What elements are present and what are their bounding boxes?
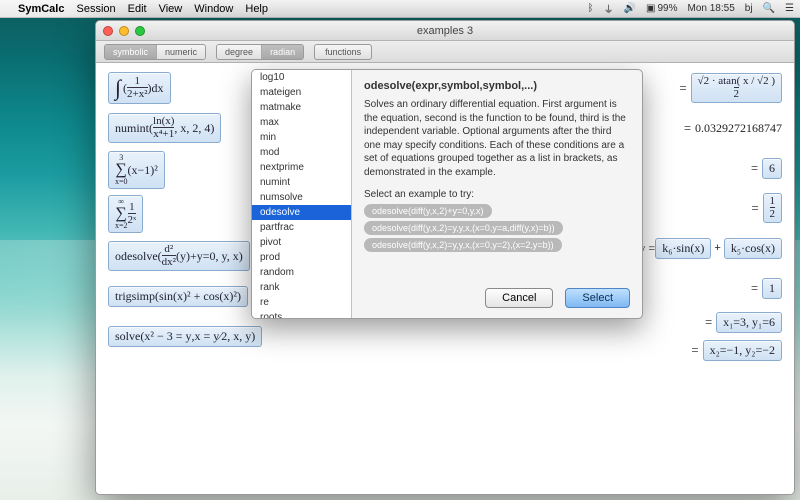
function-item-nextprime[interactable]: nextprime bbox=[252, 160, 351, 175]
result-sum-finite[interactable]: 6 bbox=[762, 158, 782, 179]
menubar: SymCalc Session Edit View Window Help ᛒ … bbox=[0, 0, 800, 18]
user-menu[interactable]: bj bbox=[745, 3, 753, 14]
spotlight-icon[interactable]: 🔍 bbox=[763, 3, 775, 14]
bluetooth-icon[interactable]: ᛒ bbox=[588, 3, 594, 14]
window-title: examples 3 bbox=[96, 25, 794, 37]
result-integral[interactable]: √2 · atan( x / √2 )2 bbox=[691, 73, 782, 103]
menu-session[interactable]: Session bbox=[76, 3, 115, 15]
menu-view[interactable]: View bbox=[159, 3, 183, 15]
function-item-odesolve[interactable]: odesolve bbox=[252, 205, 351, 220]
zoom-icon[interactable] bbox=[135, 26, 145, 36]
menu-edit[interactable]: Edit bbox=[128, 3, 147, 15]
examples-label: Select an example to try: bbox=[364, 189, 630, 200]
result-sum-infinite[interactable]: 12 bbox=[763, 193, 783, 223]
clock[interactable]: Mon 18:55 bbox=[688, 3, 735, 14]
functions-popover: log10mateigenmatmakemaxminmodnextprimenu… bbox=[251, 69, 643, 319]
cancel-button[interactable]: Cancel bbox=[485, 288, 553, 308]
expr-sum-finite[interactable]: 3∑x=0 (x−1)² bbox=[108, 151, 165, 189]
example-3[interactable]: odesolve(diff(y,x,2)=y,y,x,(x=0,y=2),(x=… bbox=[364, 238, 562, 252]
function-item-random[interactable]: random bbox=[252, 265, 351, 280]
result-trigsimp[interactable]: 1 bbox=[762, 278, 782, 299]
workspace: ∫ (12+x²) dx numint( ln(x)x⁴+1 , x, 2, 4… bbox=[96, 63, 794, 494]
function-item-roots[interactable]: roots bbox=[252, 310, 351, 318]
minimize-icon[interactable] bbox=[119, 26, 129, 36]
function-signature: odesolve(expr,symbol,symbol,...) bbox=[364, 80, 630, 92]
function-item-matmake[interactable]: matmake bbox=[252, 100, 351, 115]
angle-degree[interactable]: degree bbox=[217, 45, 261, 59]
expr-integral[interactable]: ∫ (12+x²) dx bbox=[108, 72, 171, 104]
function-doc: odesolve(expr,symbol,symbol,...) Solves … bbox=[352, 70, 642, 318]
volume-icon[interactable]: 🔊 bbox=[624, 3, 636, 14]
function-item-pivot[interactable]: pivot bbox=[252, 235, 351, 250]
battery-percent: 99% bbox=[658, 3, 678, 14]
close-icon[interactable] bbox=[103, 26, 113, 36]
function-item-max[interactable]: max bbox=[252, 115, 351, 130]
expr-odesolve[interactable]: odesolve( d²dx² (y)+y=0, y, x) bbox=[108, 241, 250, 271]
equals-sign: = bbox=[680, 81, 687, 95]
notification-center-icon[interactable]: ☰ bbox=[785, 3, 794, 14]
angle-segment: degree radian bbox=[216, 44, 304, 60]
menu-window[interactable]: Window bbox=[194, 3, 233, 15]
battery-status[interactable]: ▣ 99% bbox=[646, 3, 677, 14]
expr-solve[interactable]: solve(x² − 3 = y, x = y⁄2, x, y) bbox=[108, 326, 262, 347]
examples: odesolve(diff(y,x,2)+y=0,y,x) odesolve(d… bbox=[364, 204, 630, 252]
toolbar: symbolic numeric degree radian functions bbox=[96, 41, 794, 63]
result-solve-2[interactable]: x₂=−1, y₂=−2 bbox=[703, 340, 782, 361]
function-item-partfrac[interactable]: partfrac bbox=[252, 220, 351, 235]
example-2[interactable]: odesolve(diff(y,x,2)=y,y,x,(x=0,y=a,diff… bbox=[364, 221, 563, 235]
function-item-rank[interactable]: rank bbox=[252, 280, 351, 295]
function-list[interactable]: log10mateigenmatmakemaxminmodnextprimenu… bbox=[252, 70, 352, 318]
function-item-mod[interactable]: mod bbox=[252, 145, 351, 160]
result-odesolve-b[interactable]: k₅·cos(x) bbox=[724, 238, 782, 259]
function-description: Solves an ordinary differential equation… bbox=[364, 98, 630, 179]
app-menu[interactable]: SymCalc bbox=[18, 3, 64, 15]
functions-button[interactable]: functions bbox=[314, 44, 372, 60]
expr-sum-infinite[interactable]: ∞∑x=2 12ˣ bbox=[108, 195, 143, 233]
angle-radian[interactable]: radian bbox=[261, 45, 303, 59]
mode-segment: symbolic numeric bbox=[104, 44, 206, 60]
result-odesolve-a[interactable]: k₆·sin(x) bbox=[655, 238, 711, 259]
mode-symbolic[interactable]: symbolic bbox=[105, 45, 156, 59]
result-solve-1[interactable]: x₁=3, y₁=6 bbox=[716, 312, 782, 333]
titlebar[interactable]: examples 3 bbox=[96, 21, 794, 41]
mode-numeric[interactable]: numeric bbox=[156, 45, 205, 59]
app-window: examples 3 symbolic numeric degree radia… bbox=[95, 20, 795, 495]
function-item-re[interactable]: re bbox=[252, 295, 351, 310]
expr-numint[interactable]: numint( ln(x)x⁴+1 , x, 2, 4) bbox=[108, 113, 221, 143]
function-item-numint[interactable]: numint bbox=[252, 175, 351, 190]
result-numint: 0.0329272168747 bbox=[695, 121, 782, 136]
function-item-log10[interactable]: log10 bbox=[252, 70, 351, 85]
integral-sign: ∫ bbox=[115, 75, 121, 101]
function-item-numsolve[interactable]: numsolve bbox=[252, 190, 351, 205]
function-item-mateigen[interactable]: mateigen bbox=[252, 85, 351, 100]
wifi-icon[interactable]: ⏚ bbox=[604, 1, 614, 16]
menu-help[interactable]: Help bbox=[245, 3, 268, 15]
select-button[interactable]: Select bbox=[565, 288, 630, 308]
function-item-prod[interactable]: prod bbox=[252, 250, 351, 265]
function-item-min[interactable]: min bbox=[252, 130, 351, 145]
example-1[interactable]: odesolve(diff(y,x,2)+y=0,y,x) bbox=[364, 204, 492, 218]
expr-trigsimp[interactable]: trigsimp(sin(x)² + cos(x)²) bbox=[108, 286, 248, 307]
